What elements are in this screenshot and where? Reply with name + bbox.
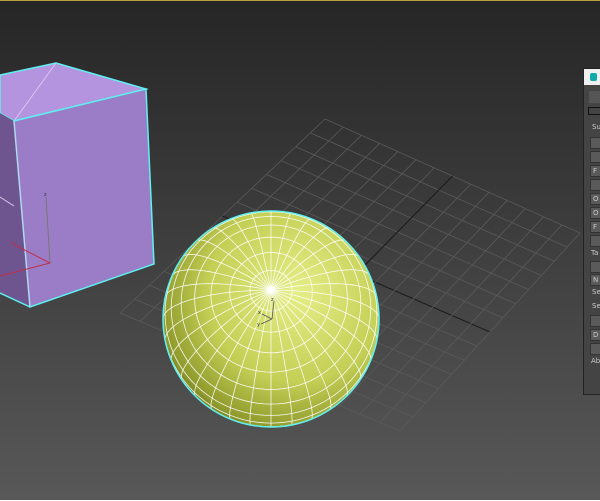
- sphere-gizmo-x-label: x: [258, 310, 261, 316]
- panel-title-bar[interactable]: [584, 69, 600, 85]
- panel-button[interactable]: [590, 235, 600, 247]
- panel-button[interactable]: Se: [590, 301, 600, 311]
- floating-command-panel[interactable]: Su F O O F Ta N Se Se D Ab: [583, 68, 600, 395]
- scene[interactable]: z x z x y: [0, 1, 600, 501]
- grid-line: [359, 216, 544, 415]
- viewport-perspective[interactable]: z x z x y Su F O O F Ta N Se Se: [0, 0, 600, 500]
- panel-button[interactable]: [590, 151, 600, 163]
- panel-button[interactable]: [590, 137, 600, 149]
- panel-button[interactable]: [590, 261, 600, 273]
- panel-button[interactable]: D: [590, 329, 600, 341]
- panel-button[interactable]: N: [590, 274, 600, 286]
- panel-button[interactable]: F: [590, 221, 600, 233]
- panel-button[interactable]: [590, 179, 600, 191]
- section-label: Ab: [591, 357, 600, 365]
- box-object[interactable]: z x: [0, 62, 155, 309]
- sphere-gizmo-z-label: z: [271, 297, 274, 303]
- grid-line: [399, 232, 581, 432]
- panel-button[interactable]: O: [590, 193, 600, 205]
- box-gizmo-x-label: x: [11, 240, 14, 246]
- panel-button[interactable]: [590, 343, 600, 355]
- panel-button[interactable]: O: [590, 207, 600, 219]
- panel-button[interactable]: Se: [590, 287, 600, 297]
- box-front-face: [13, 88, 155, 309]
- app-icon: [590, 73, 597, 81]
- panel-button[interactable]: [590, 315, 600, 327]
- grid-line: [379, 224, 563, 423]
- panel-top-button[interactable]: [589, 91, 600, 103]
- box-gizmo-z-label: z: [44, 192, 47, 198]
- section-label: Ta: [591, 249, 599, 257]
- sphere-gizmo-y-label: y: [257, 322, 260, 328]
- panel-field[interactable]: [588, 107, 600, 115]
- sphere-object[interactable]: z x y: [162, 210, 380, 428]
- panel-button[interactable]: F: [590, 165, 600, 177]
- section-label: Su: [592, 123, 600, 131]
